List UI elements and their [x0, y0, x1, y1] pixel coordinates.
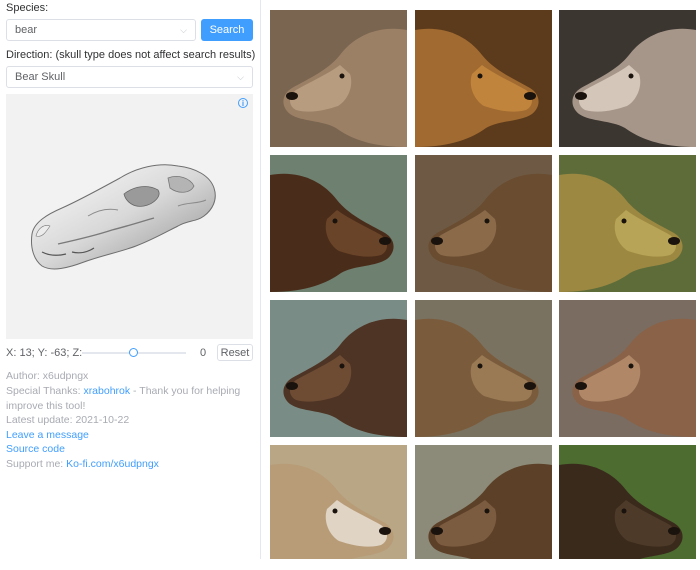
bear-head-image	[572, 318, 696, 437]
skull-type-select[interactable]: Bear Skull ⌵	[6, 66, 253, 88]
search-panel: Species: bear ⌵ Search Direction: (skull…	[0, 0, 260, 559]
author-text: Author: x6udpngx	[6, 370, 89, 382]
species-search-input[interactable]: bear ⌵	[6, 19, 196, 41]
bear-head-image	[572, 28, 696, 147]
info-icon[interactable]: i	[238, 98, 248, 108]
results-grid	[270, 10, 698, 570]
panel-divider	[260, 0, 261, 559]
bear-head-image	[270, 463, 394, 559]
bear-head-image	[559, 173, 683, 292]
bear-photo-10[interactable]	[270, 445, 407, 559]
source-code-link[interactable]: Source code	[6, 442, 246, 457]
bear-photo-4[interactable]	[270, 155, 407, 292]
thanks-link[interactable]: xrabohrok	[83, 385, 130, 397]
latest-update-text: Latest update: 2021-10-22	[6, 414, 130, 426]
thanks-prefix: Special Thanks:	[6, 385, 84, 397]
bear-head-image	[428, 463, 552, 559]
z-slider-thumb[interactable]	[129, 348, 138, 357]
bear-head-image	[559, 463, 683, 559]
leave-message-link[interactable]: Leave a message	[6, 428, 246, 443]
chevron-down-icon: ⌵	[180, 24, 187, 35]
bear-head-image	[283, 318, 407, 437]
rotation-coordinates: X: 13; Y: -63; Z:	[6, 347, 83, 359]
skull-type-value: Bear Skull	[15, 71, 66, 83]
skull-3d-viewer[interactable]: i	[6, 94, 253, 339]
kofi-link[interactable]: Ko-fi.com/x6udpngx	[66, 458, 159, 470]
support-text: Support me: Ko-fi.com/x6udpngx	[6, 457, 246, 472]
search-button[interactable]: Search	[201, 19, 253, 41]
bear-photo-8[interactable]	[415, 300, 552, 437]
bear-head-image	[428, 173, 552, 292]
bear-photo-12[interactable]	[559, 445, 696, 559]
species-label: Species:	[6, 2, 49, 14]
bear-photo-5[interactable]	[415, 155, 552, 292]
bear-head-image	[415, 318, 539, 437]
bear-head-image	[270, 173, 394, 292]
direction-label: Direction: (skull type does not affect s…	[6, 49, 256, 61]
bear-head-image	[283, 28, 407, 147]
special-thanks-text: Special Thanks: xrabohrok - Thank you fo…	[6, 384, 246, 414]
z-slider-value: 0	[200, 347, 207, 359]
bear-photo-3[interactable]	[559, 10, 696, 147]
support-prefix: Support me:	[6, 458, 67, 470]
bear-photo-1[interactable]	[270, 10, 407, 147]
reset-button[interactable]: Reset	[217, 344, 253, 361]
bear-head-image	[415, 28, 539, 147]
bear-photo-7[interactable]	[270, 300, 407, 437]
bear-photo-9[interactable]	[559, 300, 696, 437]
species-input-value: bear	[15, 24, 38, 36]
bear-photo-11[interactable]	[415, 445, 552, 559]
bear-photo-2[interactable]	[415, 10, 552, 147]
chevron-down-icon: ⌵	[237, 71, 244, 82]
bear-photo-6[interactable]	[559, 155, 696, 292]
bear-skull-model	[31, 164, 216, 270]
